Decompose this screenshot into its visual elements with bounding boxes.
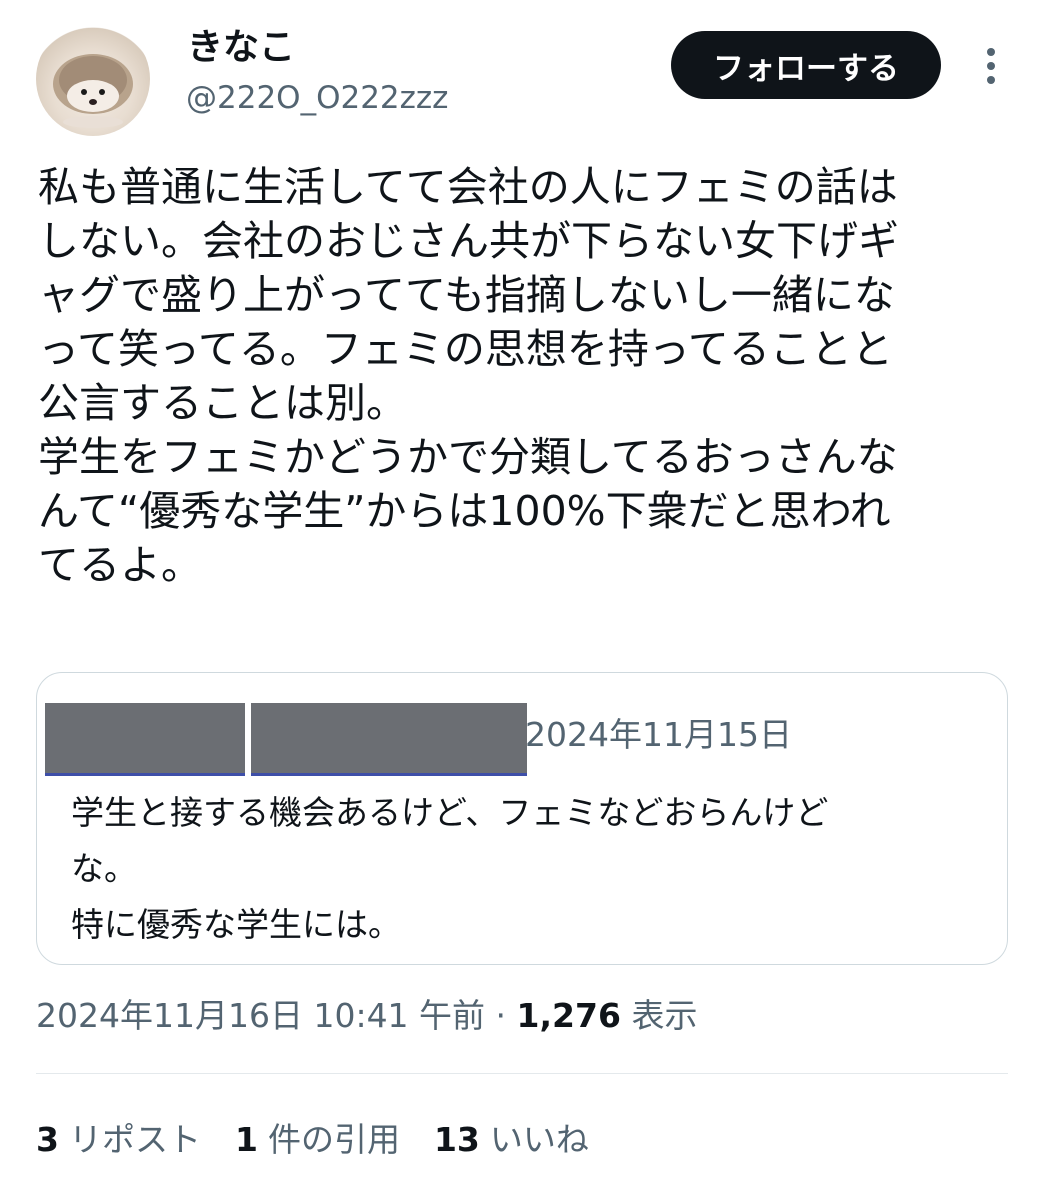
hedgehog-avatar-icon (53, 54, 133, 128)
tweet-meta: 2024年11月16日 10:41 午前 · 1,276 表示 (36, 994, 697, 1038)
views-count: 1,276 (516, 996, 621, 1035)
engagement-stats: 3 リポスト 1 件の引用 13 いいね (36, 1118, 589, 1162)
quoted-tweet-date: 2024年11月15日 (525, 715, 792, 754)
stat-reposts[interactable]: 3 リポスト (36, 1118, 201, 1162)
meta-separator: · (495, 996, 507, 1035)
stat-quotes[interactable]: 1 件の引用 (235, 1118, 400, 1162)
quoted-tweet-card[interactable]: 2024年11月15日 学生と接する機会あるけど、フェミなどおらんけど な。 特… (36, 672, 1008, 965)
quoted-tweet-text: 学生と接する機会あるけど、フェミなどおらんけど な。 特に優秀な学生には。 (71, 793, 829, 944)
tweet-text: 私も普通に生活してて会社の人にフェミの話は しない。会社のおじさん共が下らない女… (38, 163, 899, 589)
likes-label: いいね (489, 1120, 589, 1159)
stat-likes[interactable]: 13 いいね (434, 1118, 589, 1162)
user-handle[interactable]: @222O_O222zzz (186, 78, 448, 118)
redacted-avatar (45, 703, 245, 773)
avatar[interactable] (36, 22, 150, 136)
redacted-username (251, 703, 527, 773)
reposts-label: リポスト (68, 1120, 201, 1159)
follow-button[interactable]: フォローする (671, 31, 941, 99)
quotes-count: 1 (234, 1120, 258, 1159)
display-name[interactable]: きなこ (187, 26, 295, 70)
likes-count: 13 (433, 1120, 480, 1159)
more-vertical-icon[interactable] (976, 40, 1006, 92)
divider (36, 1073, 1008, 1074)
views-label: 表示 (631, 996, 698, 1035)
quotes-label: 件の引用 (267, 1120, 400, 1159)
reposts-count: 3 (36, 1120, 59, 1159)
tweet-timestamp[interactable]: 2024年11月16日 10:41 午前 (36, 996, 485, 1035)
